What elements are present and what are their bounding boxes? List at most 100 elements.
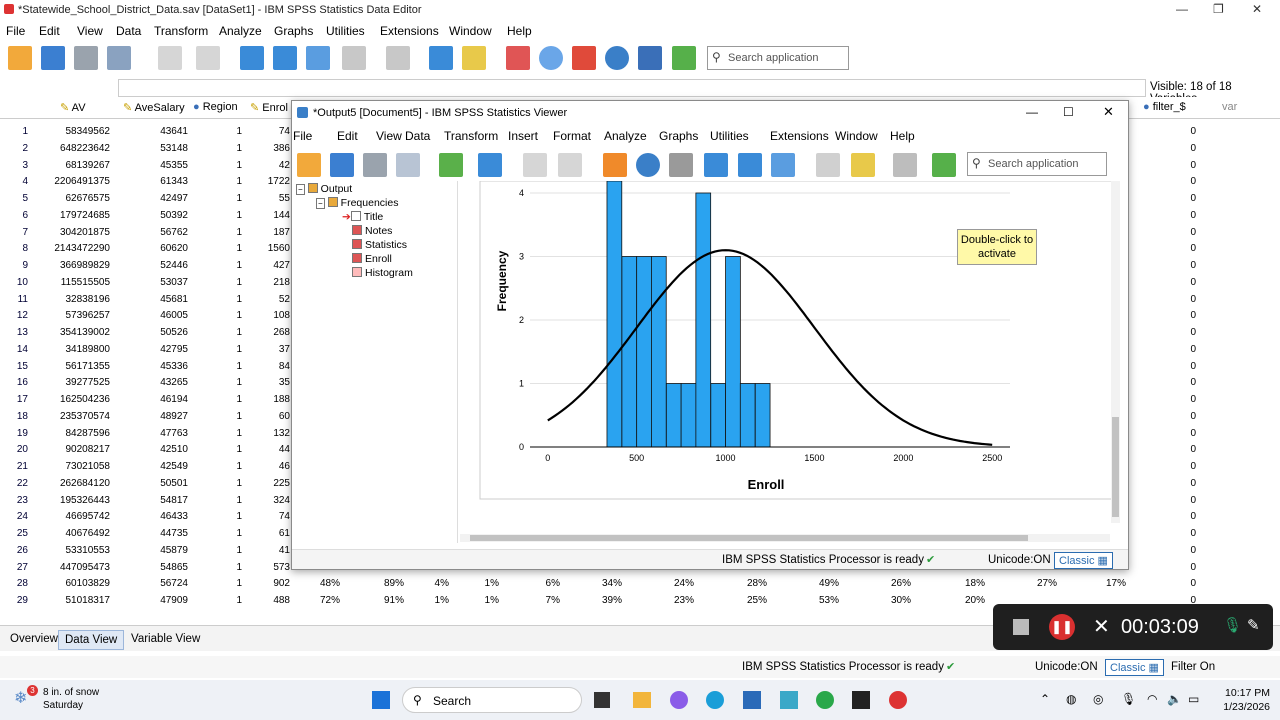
file-explorer-icon[interactable] bbox=[633, 692, 651, 708]
table-cell[interactable]: 366989829 bbox=[30, 260, 110, 271]
dialog-recall-icon[interactable] bbox=[107, 46, 131, 70]
table-cell[interactable]: 84287596 bbox=[30, 428, 111, 439]
table-cell[interactable]: 45336 bbox=[112, 361, 188, 372]
row-number[interactable]: 16 bbox=[0, 377, 28, 388]
filter-cell[interactable]: 0 bbox=[1150, 210, 1196, 221]
percent-cell[interactable]: 20% bbox=[940, 595, 985, 606]
column-enroll[interactable]: ✎ Enrol bbox=[250, 101, 288, 114]
print-preview-icon[interactable] bbox=[396, 153, 420, 177]
tab-variable-view[interactable]: Variable View bbox=[125, 630, 206, 650]
print-icon[interactable] bbox=[74, 46, 98, 70]
table-cell[interactable]: 74 bbox=[246, 511, 290, 522]
viewer-print-icon[interactable] bbox=[363, 153, 387, 177]
viewer-menu-extensions[interactable]: Extensions bbox=[770, 129, 829, 143]
tray-app2-icon[interactable]: ◎ bbox=[1093, 692, 1103, 706]
hide-icon[interactable] bbox=[851, 153, 875, 177]
table-cell[interactable]: 1 bbox=[190, 361, 242, 372]
table-cell[interactable]: 187 bbox=[246, 227, 290, 238]
table-cell[interactable]: 1 bbox=[190, 260, 242, 271]
column-filter[interactable]: ● filter_$ bbox=[1143, 101, 1186, 113]
horizontal-scrollbar[interactable] bbox=[460, 534, 1110, 542]
row-number[interactable]: 13 bbox=[0, 327, 28, 338]
table-cell[interactable]: 60 bbox=[246, 411, 290, 422]
table-cell[interactable]: 42510 bbox=[112, 444, 188, 455]
viewer-menu-graphs[interactable]: Graphs bbox=[659, 129, 698, 143]
filter-cell[interactable]: 0 bbox=[1150, 227, 1196, 238]
filter-cell[interactable]: 0 bbox=[1150, 260, 1196, 271]
tab-data-view[interactable]: Data View bbox=[58, 630, 125, 650]
row-number[interactable]: 4 bbox=[0, 176, 28, 187]
table-cell[interactable]: 50501 bbox=[112, 478, 188, 489]
viewer-menu-view[interactable]: View bbox=[376, 129, 402, 143]
row-number[interactable]: 29 bbox=[0, 595, 28, 606]
percent-cell[interactable]: 49% bbox=[794, 578, 839, 589]
expand-icon[interactable] bbox=[771, 153, 795, 177]
row-number[interactable]: 18 bbox=[0, 411, 28, 422]
dialog-recall-icon-viewer[interactable] bbox=[478, 153, 502, 177]
table-cell[interactable]: 1 bbox=[190, 243, 242, 254]
viewer-menu-insert[interactable]: Insert bbox=[508, 129, 538, 143]
value-labels-icon[interactable] bbox=[539, 46, 563, 70]
task-view-icon[interactable] bbox=[594, 692, 610, 708]
pen-icon[interactable]: ✎ bbox=[1247, 616, 1260, 634]
percent-cell[interactable]: 6% bbox=[515, 578, 560, 589]
weather-icon[interactable]: ❄ bbox=[14, 688, 27, 708]
percent-cell[interactable]: 30% bbox=[866, 595, 911, 606]
table-cell[interactable]: 45681 bbox=[112, 294, 188, 305]
insert-heading-icon[interactable] bbox=[893, 153, 917, 177]
row-number[interactable]: 28 bbox=[0, 578, 28, 589]
filter-cell[interactable]: 0 bbox=[1150, 160, 1196, 171]
table-cell[interactable]: 648223642 bbox=[30, 143, 110, 154]
percent-cell[interactable]: 24% bbox=[649, 578, 694, 589]
microphone-icon[interactable]: 🎙 bbox=[1223, 616, 1242, 634]
vertical-scrollbar[interactable] bbox=[1111, 181, 1120, 523]
table-cell[interactable]: 1 bbox=[190, 595, 242, 606]
row-number[interactable]: 9 bbox=[0, 260, 28, 271]
viewer-menu-transform[interactable]: Transform bbox=[444, 129, 498, 143]
filter-cell[interactable]: 0 bbox=[1150, 528, 1196, 539]
filter-cell[interactable]: 0 bbox=[1150, 193, 1196, 204]
viewer-minimize-icon[interactable]: — bbox=[1026, 105, 1038, 119]
column-var[interactable]: var bbox=[1222, 101, 1237, 113]
table-cell[interactable]: 1 bbox=[190, 294, 242, 305]
tray-chevron-icon[interactable]: ⌃ bbox=[1040, 692, 1050, 706]
viewer-menu-help[interactable]: Help bbox=[890, 129, 915, 143]
menu-edit[interactable]: Edit bbox=[39, 24, 60, 38]
table-cell[interactable]: 42795 bbox=[112, 344, 188, 355]
row-number[interactable]: 23 bbox=[0, 495, 28, 506]
table-cell[interactable]: 1 bbox=[190, 143, 242, 154]
table-cell[interactable]: 2206491375 bbox=[30, 176, 110, 187]
percent-cell[interactable]: 23% bbox=[649, 595, 694, 606]
table-cell[interactable]: 179724685 bbox=[30, 210, 110, 221]
row-number[interactable]: 5 bbox=[0, 193, 28, 204]
table-cell[interactable]: 61343 bbox=[112, 176, 188, 187]
table-cell[interactable]: 32838196 bbox=[30, 294, 111, 305]
row-number[interactable]: 8 bbox=[0, 243, 28, 254]
search-input[interactable]: ⚲ Search application bbox=[707, 46, 849, 70]
percent-cell[interactable]: 25% bbox=[722, 595, 767, 606]
table-cell[interactable]: 162504236 bbox=[30, 394, 110, 405]
table-cell[interactable]: 188 bbox=[246, 394, 290, 405]
binoculars-icon[interactable] bbox=[386, 46, 410, 70]
terminal-icon[interactable] bbox=[852, 691, 870, 709]
open-folder-icon[interactable] bbox=[8, 46, 32, 70]
percent-cell[interactable]: 1% bbox=[454, 578, 499, 589]
table-cell[interactable]: 46695742 bbox=[30, 511, 111, 522]
table-cell[interactable]: 43641 bbox=[112, 126, 188, 137]
table-cell[interactable]: 52446 bbox=[112, 260, 188, 271]
percent-cell[interactable]: 17% bbox=[1081, 578, 1126, 589]
table-cell[interactable]: 34189800 bbox=[30, 344, 111, 355]
table-cell[interactable]: 1 bbox=[190, 176, 242, 187]
use-sets-icon[interactable] bbox=[572, 46, 596, 70]
column-avesalary[interactable]: ✎ AveSalary bbox=[123, 101, 185, 114]
taskbar-search[interactable]: ⚲ Search bbox=[402, 687, 582, 713]
row-number[interactable]: 19 bbox=[0, 428, 28, 439]
table-cell[interactable]: 268 bbox=[246, 327, 290, 338]
table-cell[interactable]: 90208217 bbox=[30, 444, 111, 455]
table-cell[interactable]: 53310553 bbox=[30, 545, 111, 556]
maximize-icon[interactable]: ❐ bbox=[1213, 2, 1224, 16]
table-cell[interactable]: 447095473 bbox=[30, 562, 110, 573]
table-cell[interactable]: 132 bbox=[246, 428, 290, 439]
table-cell[interactable]: 573 bbox=[246, 562, 290, 573]
outline-notes[interactable]: Notes bbox=[352, 225, 392, 237]
